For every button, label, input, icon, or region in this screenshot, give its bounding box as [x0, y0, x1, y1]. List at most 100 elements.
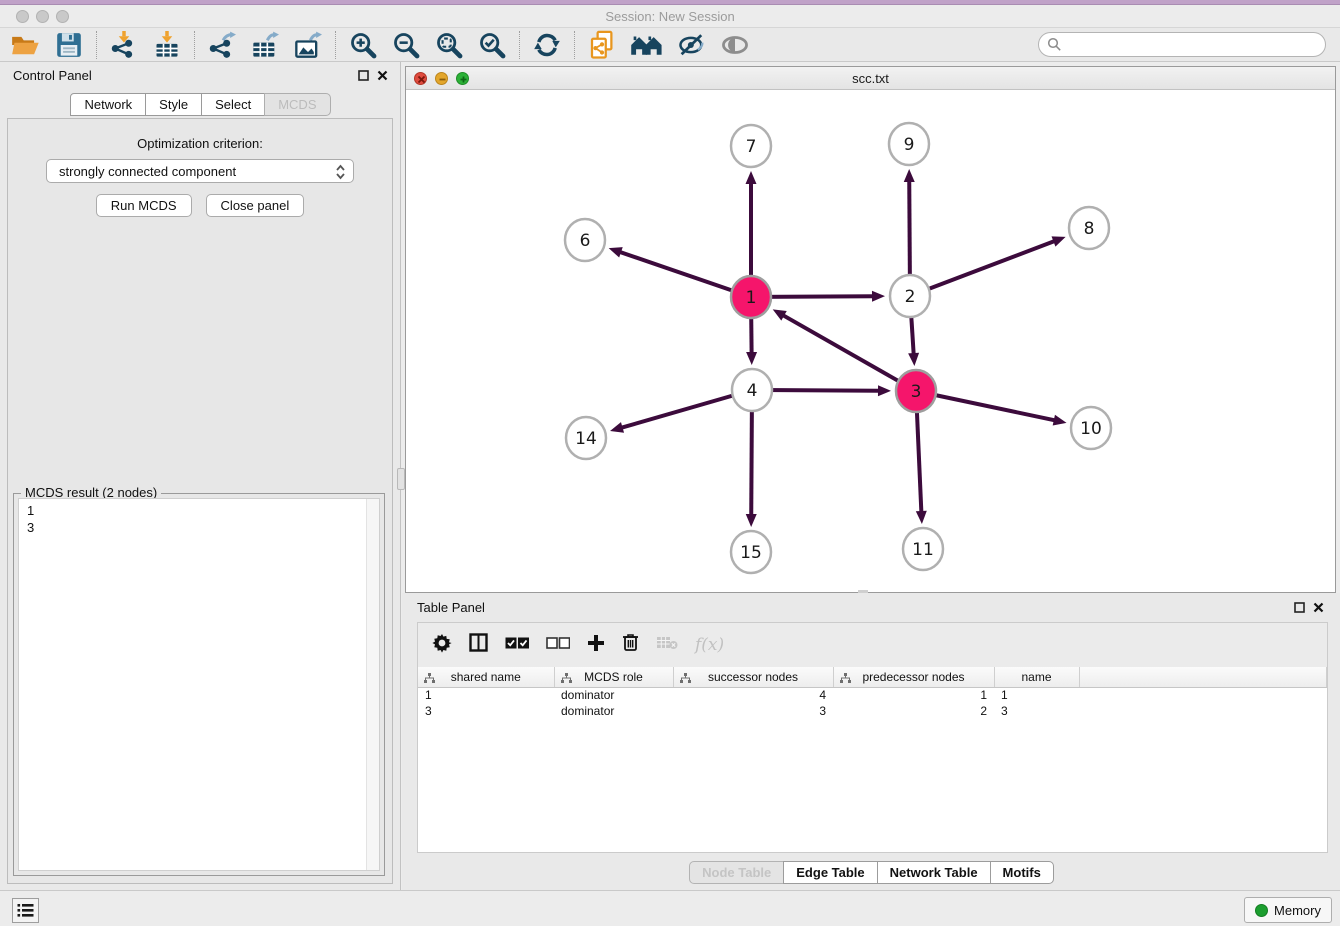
table-row[interactable]: 3dominator323 [418, 703, 1327, 719]
home-icon[interactable] [629, 30, 665, 60]
graph-edge-arrowhead [1052, 236, 1066, 246]
close-panel-button[interactable]: Close panel [206, 194, 305, 217]
panel-divider-handle[interactable] [397, 468, 405, 490]
graph-edge-arrowhead [609, 247, 623, 257]
table-cell[interactable]: dominator [554, 703, 673, 719]
graph-node-label: 8 [1084, 219, 1095, 239]
network-frame-titlebar[interactable]: scc.txt [406, 67, 1335, 90]
column-header-predecessor-nodes[interactable]: predecessor nodes [833, 667, 994, 687]
criterion-dropdown[interactable]: strongly connected component [46, 159, 354, 183]
toolbar-separator [519, 31, 520, 59]
graph-node-label: 11 [912, 540, 934, 560]
network-frame-title: scc.txt [406, 71, 1335, 86]
tab-node-table[interactable]: Node Table [689, 861, 784, 884]
graph-node-label: 9 [904, 135, 915, 155]
select-all-icon[interactable] [505, 636, 529, 654]
graph-node-label: 1 [746, 288, 757, 308]
table-panel: Table Panel [402, 593, 1340, 890]
close-panel-icon[interactable] [377, 68, 388, 86]
zoom-selected-icon[interactable] [476, 30, 508, 60]
import-network-icon[interactable] [108, 30, 140, 60]
hide-glasses-icon[interactable] [676, 30, 708, 60]
export-table-icon[interactable] [249, 30, 281, 60]
run-mcds-button[interactable]: Run MCDS [96, 194, 192, 217]
clone-network-icon[interactable] [586, 30, 618, 60]
column-header-shared-name[interactable]: shared name [418, 667, 554, 687]
refresh-layout-icon[interactable] [531, 30, 563, 60]
network-graph[interactable]: 1234678910111415 [406, 90, 1335, 592]
tab-mcds[interactable]: MCDS [264, 93, 330, 116]
column-header-name[interactable]: name [994, 667, 1079, 687]
export-network-icon[interactable] [206, 30, 238, 60]
table-cell[interactable]: 1 [994, 687, 1079, 703]
float-panel-icon[interactable] [358, 68, 369, 86]
table-cell[interactable]: 1 [833, 687, 994, 703]
table-settings-gear-icon[interactable] [432, 633, 452, 658]
graph-node-label: 6 [580, 231, 591, 251]
tab-network-table[interactable]: Network Table [877, 861, 991, 884]
table-cell[interactable]: dominator [554, 687, 673, 703]
node-table-container: f(x) shared name MCDS role successor [417, 622, 1328, 853]
main-toolbar [0, 28, 1340, 62]
toolbar-separator [335, 31, 336, 59]
tab-select[interactable]: Select [201, 93, 265, 116]
table-cell[interactable]: 3 [673, 703, 833, 719]
tab-edge-table[interactable]: Edge Table [783, 861, 877, 884]
graph-edge-arrowhead [610, 422, 624, 433]
result-scrollbar[interactable] [366, 499, 379, 870]
optimization-criterion-label: Optimization criterion: [8, 136, 392, 151]
search-field [1038, 32, 1326, 57]
column-header-successor-nodes[interactable]: successor nodes [673, 667, 833, 687]
table-row[interactable]: 1dominator411 [418, 687, 1327, 703]
open-file-icon[interactable] [10, 30, 42, 60]
graph-node-label: 7 [746, 137, 757, 157]
export-image-icon[interactable] [292, 30, 324, 60]
control-panel-tabs: Network Style Select MCDS [0, 93, 400, 116]
graph-edge-arrowhead [872, 291, 885, 302]
attribute-type-icon [680, 672, 691, 686]
table-toolbar: f(x) [418, 623, 1327, 667]
save-icon[interactable] [53, 30, 85, 60]
result-line: 1 [27, 502, 371, 519]
memory-button[interactable]: Memory [1244, 897, 1332, 923]
close-panel-icon[interactable] [1313, 600, 1324, 618]
control-panel: Control Panel Network Style Select MCDS … [0, 62, 401, 890]
table-panel-title: Table Panel [417, 600, 485, 615]
graph-edge-2-8[interactable] [910, 241, 1054, 296]
mcds-result-group: MCDS result (2 nodes) 1 3 [13, 493, 385, 876]
memory-status-icon [1255, 904, 1268, 917]
table-cell[interactable]: 1 [418, 687, 554, 703]
table-cell[interactable]: 2 [833, 703, 994, 719]
graph-edge-arrowhead [878, 385, 891, 396]
graph-edge-3-1[interactable] [783, 315, 916, 391]
app-title: Session: New Session [0, 9, 1340, 24]
function-builder-icon: f(x) [695, 635, 724, 655]
delete-column-icon[interactable] [622, 633, 639, 657]
graph-edge-arrowhead [746, 514, 757, 527]
criterion-value: strongly connected component [59, 164, 236, 179]
column-visibility-icon[interactable] [469, 633, 488, 657]
deselect-all-icon[interactable] [546, 636, 570, 654]
tab-style[interactable]: Style [145, 93, 202, 116]
add-column-icon[interactable] [587, 634, 605, 657]
import-table-icon[interactable] [151, 30, 183, 60]
tab-motifs[interactable]: Motifs [990, 861, 1054, 884]
table-cell[interactable]: 3 [418, 703, 554, 719]
search-input[interactable] [1038, 32, 1326, 57]
table-cell[interactable]: 3 [994, 703, 1079, 719]
search-icon [1047, 37, 1062, 57]
table-cell[interactable]: 4 [673, 687, 833, 703]
table-panel-tabs: Node Table Edge Table Network Table Moti… [402, 861, 1340, 884]
mcds-panel: Optimization criterion: strongly connect… [7, 118, 393, 884]
toolbar-separator [194, 31, 195, 59]
zoom-in-icon[interactable] [347, 30, 379, 60]
zoom-out-icon[interactable] [390, 30, 422, 60]
zoom-fit-icon[interactable] [433, 30, 465, 60]
task-history-button[interactable] [12, 898, 39, 923]
tab-network[interactable]: Network [70, 93, 146, 116]
mcds-result-textarea[interactable]: 1 3 [18, 498, 380, 871]
graph-edge-arrowhead [746, 171, 757, 184]
float-panel-icon[interactable] [1294, 600, 1305, 618]
graph-edge-arrowhead [916, 511, 927, 524]
column-header-mcds-role[interactable]: MCDS role [554, 667, 673, 687]
